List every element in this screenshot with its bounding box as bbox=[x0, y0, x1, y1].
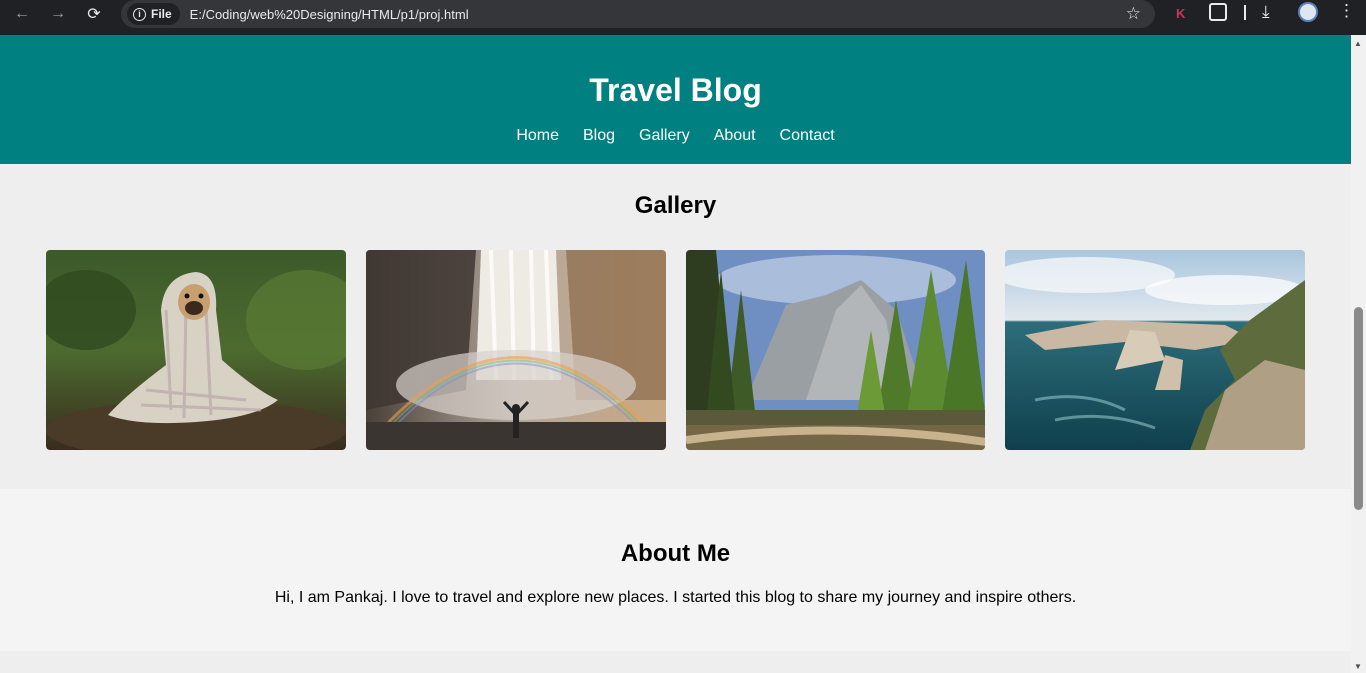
scrollbar-thumb[interactable] bbox=[1354, 307, 1363, 510]
profile-avatar[interactable] bbox=[1298, 2, 1318, 22]
coast-photo-graphic bbox=[1005, 250, 1305, 450]
forward-button[interactable]: → bbox=[40, 0, 76, 28]
waterfall-photo-graphic bbox=[365, 250, 666, 450]
nav-contact[interactable]: Contact bbox=[780, 126, 835, 146]
page-scrollbar[interactable]: ▲ ▼ bbox=[1351, 35, 1366, 673]
pug-in-blanket-photo[interactable] bbox=[46, 250, 346, 450]
nav-about[interactable]: About bbox=[714, 126, 756, 146]
menu-kebab-icon[interactable]: ⋮ bbox=[1338, 1, 1355, 21]
gallery-heading: Gallery bbox=[634, 192, 717, 219]
nav-blog[interactable]: Blog bbox=[583, 126, 615, 146]
back-button[interactable]: ← bbox=[4, 0, 40, 28]
forest-photo-graphic bbox=[685, 250, 986, 450]
page-viewport: Travel Blog Home Blog Gallery About Cont… bbox=[0, 35, 1351, 673]
next-section-strip bbox=[0, 651, 1351, 673]
scroll-down-arrow-icon[interactable]: ▼ bbox=[1354, 662, 1362, 671]
gallery-grid bbox=[0, 250, 1351, 450]
download-icon[interactable]: ⤓ bbox=[1262, 2, 1270, 22]
waterfall-rainbow-photo[interactable] bbox=[365, 250, 666, 450]
forest-valley-river-photo[interactable] bbox=[685, 250, 986, 450]
nav-gallery[interactable]: Gallery bbox=[639, 126, 690, 146]
pug-photo-graphic bbox=[46, 250, 346, 450]
file-chip-label: File bbox=[151, 7, 172, 21]
bookmark-star-icon[interactable]: ☆ bbox=[1126, 4, 1141, 24]
url-text[interactable]: E:/Coding/web%20Designing/HTML/p1/proj.h… bbox=[190, 7, 469, 22]
scroll-up-arrow-icon[interactable]: ▲ bbox=[1354, 39, 1362, 48]
info-icon: i bbox=[133, 7, 146, 21]
site-title: Travel Blog bbox=[589, 72, 762, 108]
coastal-cliffs-sea-photo[interactable] bbox=[1005, 250, 1305, 450]
gallery-section: Gallery bbox=[0, 164, 1351, 489]
extensions-puzzle-icon[interactable] bbox=[1209, 3, 1227, 21]
extension-k-icon[interactable]: K bbox=[1176, 6, 1185, 21]
site-header: Travel Blog Home Blog Gallery About Cont… bbox=[0, 35, 1351, 164]
site-info-chip[interactable]: i File bbox=[127, 3, 180, 25]
browser-toolbar: ← → ⟳ i File E:/Coding/web%20Designing/H… bbox=[0, 0, 1366, 35]
address-bar[interactable]: i File E:/Coding/web%20Designing/HTML/p1… bbox=[121, 0, 1155, 28]
about-section: About Me Hi, I am Pankaj. I love to trav… bbox=[0, 489, 1351, 651]
main-nav: Home Blog Gallery About Contact bbox=[0, 126, 1351, 146]
reload-button[interactable]: ⟳ bbox=[76, 0, 112, 28]
toolbar-divider bbox=[1244, 5, 1246, 20]
about-text: Hi, I am Pankaj. I love to travel and ex… bbox=[274, 589, 1077, 606]
nav-home[interactable]: Home bbox=[516, 126, 559, 146]
about-heading: About Me bbox=[620, 540, 731, 567]
